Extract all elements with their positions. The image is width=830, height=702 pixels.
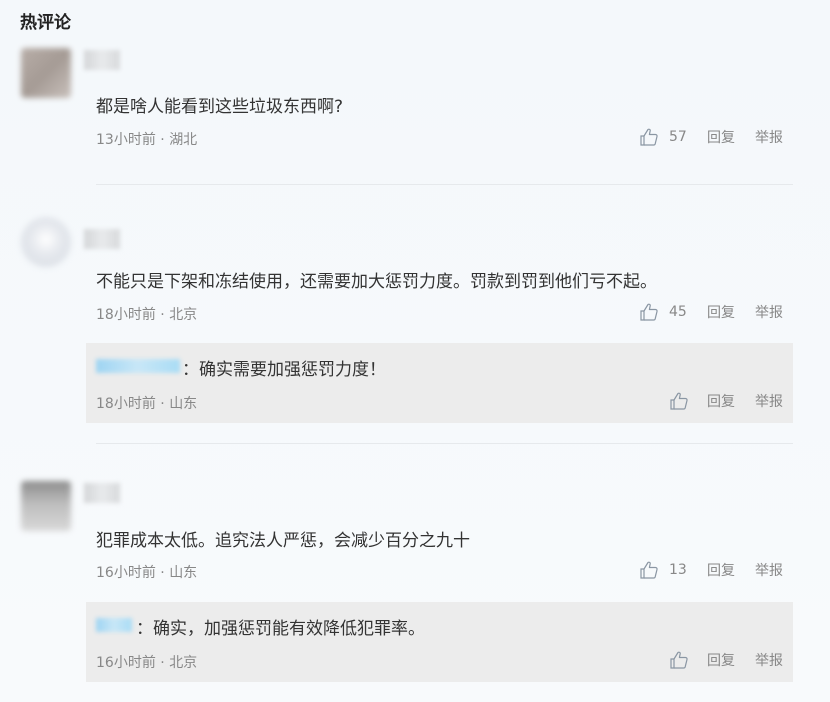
reply-actions: 回复 举报	[669, 650, 783, 670]
reply-location: 山东	[169, 396, 198, 412]
username[interactable]	[84, 483, 120, 503]
thumbs-up-icon[interactable]	[639, 127, 659, 147]
meta-separator: ·	[155, 396, 170, 412]
report-button[interactable]: 举报	[755, 302, 783, 322]
reply-meta: 18小时前 · 山东	[96, 393, 197, 413]
reply-username[interactable]	[96, 359, 180, 373]
username[interactable]	[84, 229, 120, 249]
like-count: 13	[669, 562, 687, 578]
comment-actions: 45 回复 举报	[639, 302, 783, 322]
comment-location: 山东	[169, 565, 198, 581]
reply-username[interactable]	[96, 618, 132, 632]
reply-button[interactable]: 回复	[707, 391, 735, 411]
section-title: 热评论	[20, 13, 71, 33]
reply-text: ：确实需要加强惩罚力度！	[182, 360, 386, 380]
reply-time: 16小时前	[96, 655, 156, 671]
avatar[interactable]	[21, 217, 71, 267]
thumbs-up-icon[interactable]	[669, 650, 689, 670]
comment-meta: 18小时前 · 北京	[96, 304, 197, 324]
meta-separator: ·	[155, 655, 170, 671]
reply-time: 18小时前	[96, 396, 156, 412]
comment-location: 湖北	[169, 132, 198, 148]
comment-actions: 13 回复 举报	[639, 560, 783, 580]
comment-time: 13小时前	[96, 132, 156, 148]
reply-button[interactable]: 回复	[707, 560, 735, 580]
report-button[interactable]: 举报	[755, 560, 783, 580]
comment-location: 北京	[169, 307, 198, 323]
divider	[96, 184, 793, 185]
report-button[interactable]: 举报	[755, 127, 783, 147]
reply-box: ：确实需要加强惩罚力度！ 18小时前 · 山东 回复 举报	[86, 343, 793, 423]
meta-separator: ·	[155, 565, 170, 581]
comment-time: 18小时前	[96, 307, 156, 323]
reply-box: ：确实，加强惩罚能有效降低犯罪率。 16小时前 · 北京 回复 举报	[86, 602, 793, 682]
meta-separator: ·	[155, 307, 170, 323]
comment-text: 犯罪成本太低。追究法人严惩，会减少百分之九十	[96, 531, 470, 551]
like-count: 45	[669, 304, 687, 320]
avatar[interactable]	[21, 48, 71, 98]
meta-separator: ·	[155, 132, 170, 148]
like-count: 57	[669, 129, 687, 145]
username[interactable]	[84, 50, 120, 70]
comment-text: 都是啥人能看到这些垃圾东西啊?	[96, 97, 344, 117]
reply-actions: 回复 举报	[669, 391, 783, 411]
report-button[interactable]: 举报	[755, 650, 783, 670]
comment-meta: 13小时前 · 湖北	[96, 129, 197, 149]
divider	[96, 443, 793, 444]
reply-button[interactable]: 回复	[707, 302, 735, 322]
reply-meta: 16小时前 · 北京	[96, 652, 197, 672]
reply-button[interactable]: 回复	[707, 650, 735, 670]
comment-actions: 57 回复 举报	[639, 127, 783, 147]
comment-time: 16小时前	[96, 565, 156, 581]
reply-button[interactable]: 回复	[707, 127, 735, 147]
comment-meta: 16小时前 · 山东	[96, 562, 197, 582]
reply-text: ：确实，加强惩罚能有效降低犯罪率。	[136, 619, 425, 639]
avatar[interactable]	[21, 481, 71, 531]
thumbs-up-icon[interactable]	[639, 560, 659, 580]
thumbs-up-icon[interactable]	[669, 391, 689, 411]
reply-location: 北京	[169, 655, 198, 671]
thumbs-up-icon[interactable]	[639, 302, 659, 322]
report-button[interactable]: 举报	[755, 391, 783, 411]
comment-text: 不能只是下架和冻结使用，还需要加大惩罚力度。罚款到罚到他们亏不起。	[96, 272, 657, 292]
